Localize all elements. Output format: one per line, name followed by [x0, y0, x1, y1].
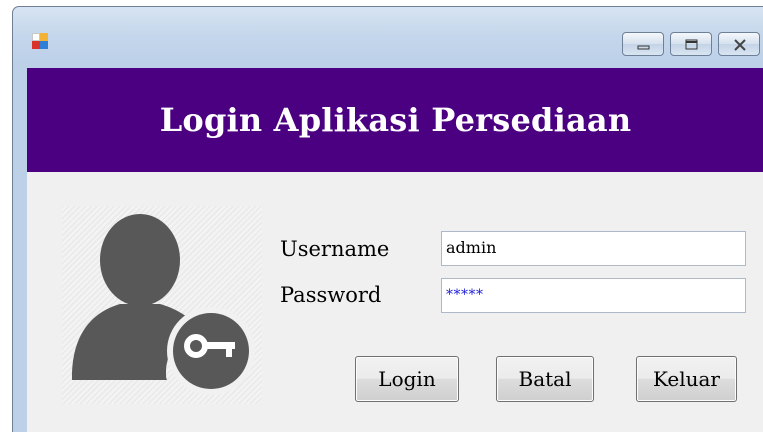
page-title: Login Aplikasi Persediaan — [159, 101, 632, 139]
app-icon[interactable] — [32, 33, 50, 51]
window-controls — [622, 32, 760, 56]
minimize-button[interactable] — [622, 32, 664, 56]
login-window: Login Aplikasi Persediaan Username admin… — [12, 6, 763, 432]
cancel-button[interactable]: Batal — [496, 356, 594, 402]
user-key-icon — [72, 214, 255, 395]
login-form: Username admin Password ***** Login Bata… — [27, 172, 763, 432]
close-icon — [734, 39, 746, 51]
close-button[interactable] — [718, 32, 760, 56]
minimize-icon — [637, 45, 650, 50]
password-input[interactable]: ***** — [441, 278, 746, 313]
username-input[interactable]: admin — [441, 231, 746, 266]
title-bar[interactable] — [13, 7, 763, 65]
maximize-button[interactable] — [670, 32, 712, 56]
avatar — [62, 206, 262, 404]
exit-button[interactable]: Keluar — [636, 356, 737, 402]
password-label: Password — [280, 283, 382, 307]
username-label: Username — [280, 237, 390, 261]
header-banner: Login Aplikasi Persediaan — [27, 68, 763, 172]
maximize-icon — [685, 39, 698, 50]
login-button[interactable]: Login — [355, 356, 459, 402]
